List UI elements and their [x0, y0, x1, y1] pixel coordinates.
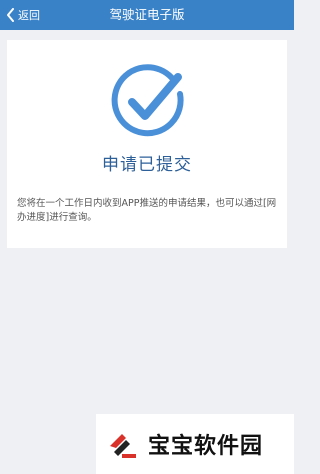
- watermark: 宝宝软件园: [96, 414, 294, 474]
- navigation-bar: 返回 驾驶证电子版: [0, 0, 294, 30]
- status-title: 申请已提交: [102, 155, 192, 175]
- page-title: 驾驶证电子版: [109, 7, 185, 22]
- result-card: 申请已提交 您将在一个工作日内收到APP推送的申请结果，也可以通过[网办进度]进…: [7, 40, 287, 248]
- chevron-left-icon: [7, 8, 14, 22]
- watermark-text: 宝宝软件园: [148, 434, 264, 459]
- status-description: 您将在一个工作日内收到APP推送的申请结果，也可以通过[网办进度]进行查询。: [17, 198, 277, 223]
- back-button[interactable]: 返回: [6, 0, 40, 30]
- back-label: 返回: [18, 9, 40, 22]
- baobao-logo-icon: [102, 424, 142, 464]
- check-circle-icon: [110, 64, 186, 140]
